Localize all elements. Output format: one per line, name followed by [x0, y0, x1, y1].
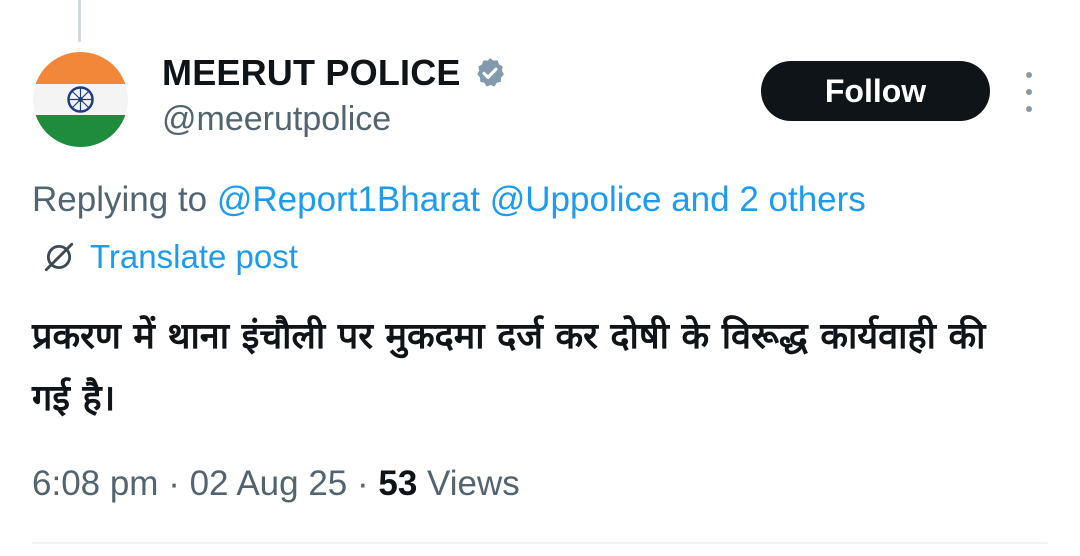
more-vertical-icon[interactable]	[1019, 72, 1039, 112]
meta-separator: ·	[168, 464, 180, 503]
reply-context-prefix: Replying to	[32, 180, 208, 219]
views-count[interactable]: 53	[378, 464, 417, 503]
reply-others-link[interactable]: and 2 others	[671, 180, 866, 219]
tweet-date[interactable]: 02 Aug 25	[190, 464, 348, 503]
meta-separator: ·	[356, 464, 369, 503]
translate-icon	[44, 242, 74, 272]
indian-flag-avatar-icon	[33, 52, 128, 147]
translate-post-link[interactable]: Translate post	[42, 238, 298, 276]
translate-post-label: Translate post	[90, 238, 298, 275]
tweet-meta: 6:08 pm · 02 Aug 25 · 53 Views	[32, 464, 520, 504]
tweet-time[interactable]: 6:08 pm	[32, 464, 158, 503]
verified-badge-icon	[476, 58, 504, 87]
follow-button[interactable]: Follow	[761, 61, 990, 121]
views-label: Views	[427, 464, 520, 503]
author-handle[interactable]: @meerutpolice	[162, 100, 391, 139]
avatar[interactable]	[33, 52, 128, 147]
tweet-text: प्रकरण में थाना इंचौली पर मुकदमा दर्ज कर…	[32, 316, 986, 419]
divider	[32, 542, 1048, 544]
more-dot	[1026, 89, 1032, 95]
author-display-name[interactable]: MEERUT POLICE	[162, 52, 461, 94]
author-name-row: MEERUT POLICE	[162, 50, 507, 96]
more-dot	[1026, 72, 1032, 78]
more-dot	[1026, 106, 1032, 112]
mention-link[interactable]: @Report1Bharat	[217, 180, 480, 219]
mention-link[interactable]: @Uppolice	[490, 180, 662, 219]
reply-context: Replying to @Report1Bharat @Uppolice and…	[32, 180, 866, 220]
thread-connector-line	[78, 0, 81, 42]
